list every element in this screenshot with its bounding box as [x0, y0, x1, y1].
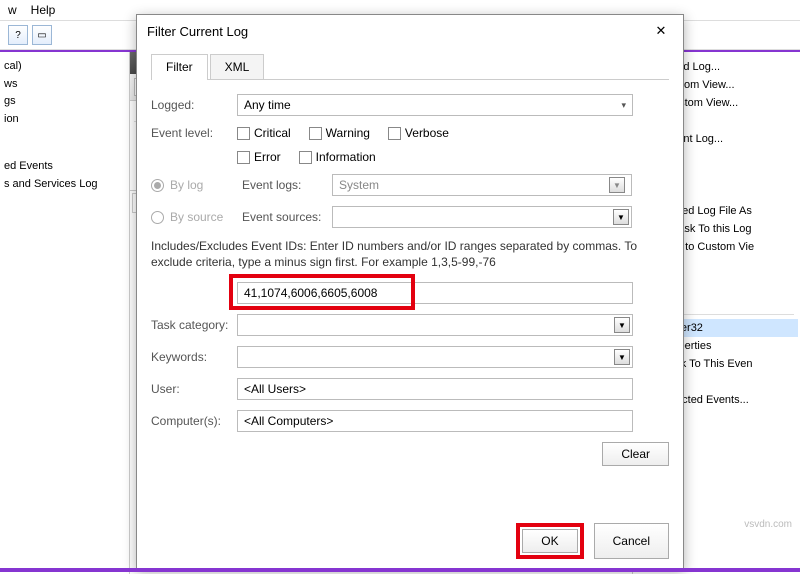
label-event-sources: Event sources: [242, 210, 332, 224]
tab-xml[interactable]: XML [210, 54, 265, 80]
ok-button[interactable]: OK [522, 529, 577, 553]
toolbar-button-help[interactable]: ? [8, 25, 28, 45]
dialog-title: Filter Current Log [147, 24, 248, 39]
left-tree: cal) ws gs ion ed Events s and Services … [0, 52, 130, 574]
label-by-log: By log [170, 178, 242, 192]
checkbox-verbose[interactable]: Verbose [388, 126, 449, 140]
menu-help[interactable]: Help [31, 3, 56, 17]
label-by-source: By source [170, 210, 242, 224]
watermark: vsvdn.com [744, 519, 792, 530]
checkbox-critical[interactable]: Critical [237, 126, 291, 140]
radio-by-source [151, 211, 164, 224]
task-category-combo[interactable]: ▼ [237, 314, 633, 336]
event-sources-combo[interactable]: ▼ [332, 206, 632, 228]
bottom-border [0, 568, 800, 572]
label-computers: Computer(s): [151, 414, 237, 428]
cancel-button[interactable]: Cancel [594, 523, 669, 559]
event-logs-combo: System ▼ [332, 174, 632, 196]
dialog-footer: OK Cancel [137, 513, 683, 569]
checkbox-information[interactable]: Information [299, 150, 376, 164]
computers-input[interactable] [237, 410, 633, 432]
chevron-down-icon: ▼ [614, 349, 630, 365]
label-user: User: [151, 382, 237, 396]
filter-dialog: Filter Current Log ✕ Filter XML Logged: … [136, 14, 684, 570]
chevron-down-icon: ▼ [614, 317, 630, 333]
tree-item[interactable]: gs [4, 93, 125, 111]
dialog-tabs: Filter XML [151, 53, 669, 80]
tree-item[interactable]: ion [4, 111, 125, 129]
keywords-combo[interactable]: ▼ [237, 346, 633, 368]
menu-view[interactable]: w [8, 3, 17, 17]
label-event-logs: Event logs: [242, 178, 332, 192]
highlight-frame: OK [516, 523, 583, 559]
user-input[interactable] [237, 378, 633, 400]
event-id-description: Includes/Excludes Event IDs: Enter ID nu… [151, 238, 669, 270]
checkbox-error[interactable]: Error [237, 150, 281, 164]
clear-button[interactable]: Clear [602, 442, 669, 466]
radio-by-log [151, 179, 164, 192]
tree-item[interactable]: cal) [4, 58, 125, 76]
chevron-down-icon: ▾ [621, 100, 626, 111]
close-icon[interactable]: ✕ [649, 21, 673, 41]
chevron-down-icon: ▼ [613, 209, 629, 225]
label-keywords: Keywords: [151, 350, 237, 364]
chevron-down-icon: ▼ [609, 177, 625, 193]
label-task-category: Task category: [151, 318, 237, 332]
tree-item[interactable]: ed Events [4, 158, 125, 176]
tab-filter[interactable]: Filter [151, 54, 208, 80]
label-event-level: Event level: [151, 126, 237, 140]
tree-item[interactable]: s and Services Log [4, 176, 125, 194]
toolbar-button-panels[interactable]: ▭ [32, 25, 52, 45]
event-ids-input[interactable] [237, 282, 633, 304]
checkbox-warning[interactable]: Warning [309, 126, 370, 140]
tree-item[interactable]: ws [4, 76, 125, 94]
label-logged: Logged: [151, 98, 237, 112]
logged-combo[interactable]: Any time ▾ [237, 94, 633, 116]
dialog-titlebar: Filter Current Log ✕ [137, 15, 683, 47]
